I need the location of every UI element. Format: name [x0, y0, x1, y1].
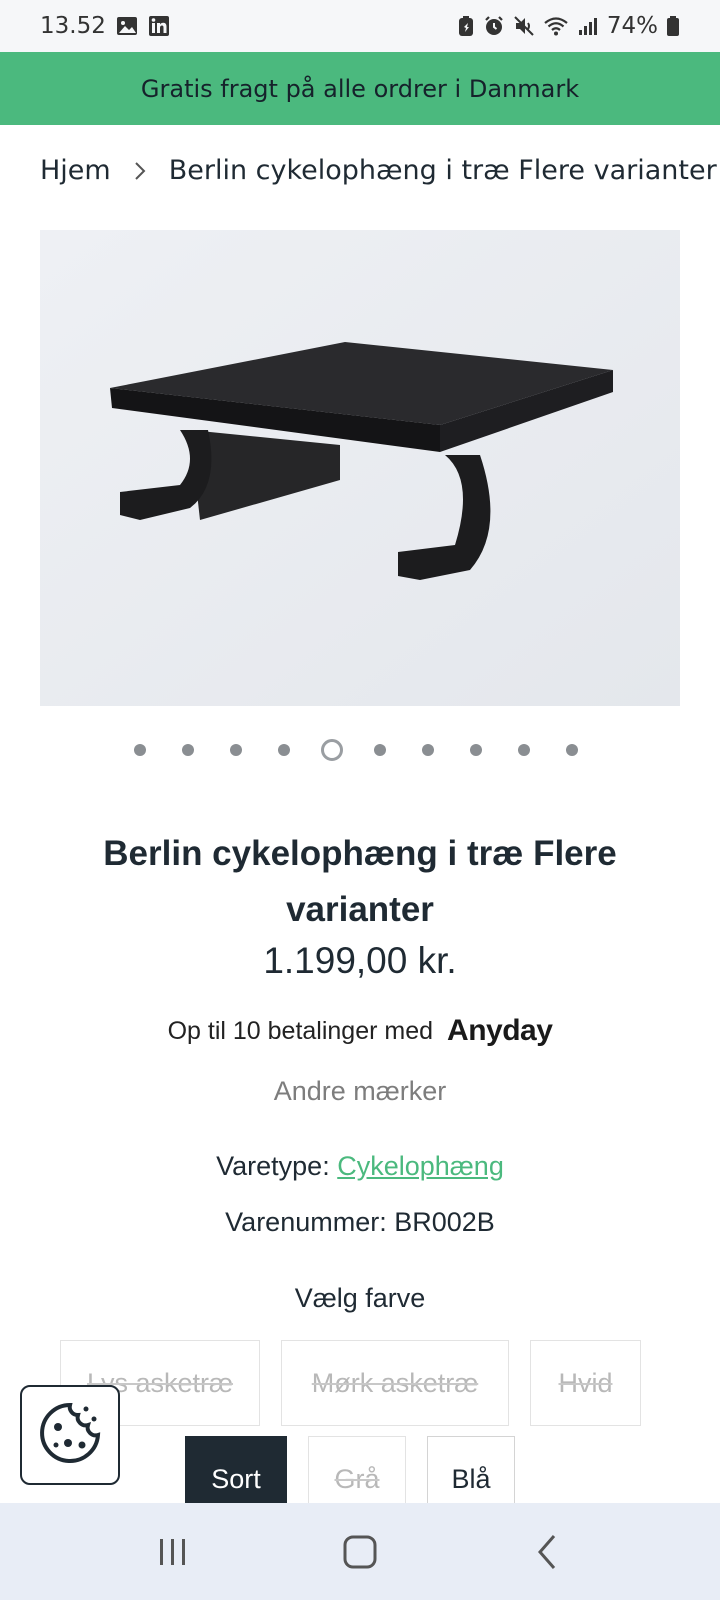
alarm-icon — [483, 15, 505, 37]
gallery-dot[interactable] — [374, 744, 386, 756]
anyday-logo: Anyday — [447, 1014, 553, 1047]
product-sku-row: Varenummer: BR002B — [0, 1207, 720, 1238]
gallery-dot[interactable] — [470, 744, 482, 756]
color-option-hvid[interactable]: Hvid — [530, 1340, 641, 1426]
signal-icon — [577, 15, 599, 37]
product-type-link[interactable]: Cykelophæng — [337, 1151, 504, 1181]
gallery-dot[interactable] — [518, 744, 530, 756]
product-sku-label: Varenummer: — [225, 1207, 387, 1237]
product-type-label: Varetype: — [216, 1151, 330, 1181]
product-image[interactable] — [40, 230, 680, 706]
gallery-dot[interactable] — [321, 739, 343, 761]
linkedin-icon — [148, 15, 170, 37]
mute-icon — [513, 15, 535, 37]
installments-row[interactable]: Op til 10 betalinger med Anyday — [0, 1014, 720, 1048]
promo-banner: Gratis fragt på alle ordrer i Danmark — [0, 52, 720, 125]
promo-text: Gratis fragt på alle ordrer i Danmark — [140, 74, 580, 103]
back-icon[interactable] — [517, 1522, 577, 1582]
gallery-dot[interactable] — [278, 744, 290, 756]
recent-apps-icon[interactable] — [143, 1522, 203, 1582]
battery-saver-icon — [457, 15, 475, 37]
gallery-pagination — [0, 736, 720, 764]
cookie-settings-button[interactable] — [20, 1385, 120, 1485]
color-option-label: Blå — [451, 1463, 491, 1494]
installments-text: Op til 10 betalinger med — [167, 1016, 434, 1045]
color-option-label: Grå — [334, 1463, 380, 1494]
home-icon[interactable] — [330, 1522, 390, 1582]
breadcrumb-home-link[interactable]: Hjem — [40, 155, 111, 186]
product-price: 1.199,00 kr. — [263, 940, 457, 981]
product-type-row: Varetype: Cykelophæng — [0, 1151, 720, 1182]
color-option-label: Sort — [211, 1463, 261, 1494]
color-option-label: Mørk asketræ — [311, 1367, 479, 1398]
gallery-dot[interactable] — [422, 744, 434, 756]
breadcrumb-current: Berlin cykelophæng i træ Flere varianter — [168, 155, 717, 186]
gallery-icon — [116, 15, 138, 37]
battery-percentage: 74% — [606, 13, 658, 39]
other-brands-link[interactable]: Andre mærker — [0, 1076, 720, 1107]
battery-icon — [666, 15, 680, 37]
color-picker-label: Vælg farve — [294, 1283, 426, 1313]
breadcrumb: Hjem Berlin cykelophæng i træ Flere vari… — [40, 155, 717, 186]
status-bar: 13.52 74% — [0, 0, 720, 52]
wifi-icon — [543, 15, 569, 37]
product-sku-value: BR002B — [394, 1207, 495, 1237]
gallery-dot[interactable] — [182, 744, 194, 756]
color-option-mork-asketrae[interactable]: Mørk asketræ — [281, 1340, 509, 1426]
gallery-dot[interactable] — [134, 744, 146, 756]
cookie-icon — [38, 1401, 102, 1469]
gallery-dot[interactable] — [566, 744, 578, 756]
status-time: 13.52 — [40, 13, 106, 39]
color-option-label: Hvid — [558, 1367, 613, 1398]
system-nav-bar — [0, 1503, 720, 1600]
chevron-right-icon — [133, 160, 147, 182]
gallery-dot[interactable] — [230, 744, 242, 756]
product-title: Berlin cykelophæng i træ Flere varianter — [103, 834, 617, 929]
